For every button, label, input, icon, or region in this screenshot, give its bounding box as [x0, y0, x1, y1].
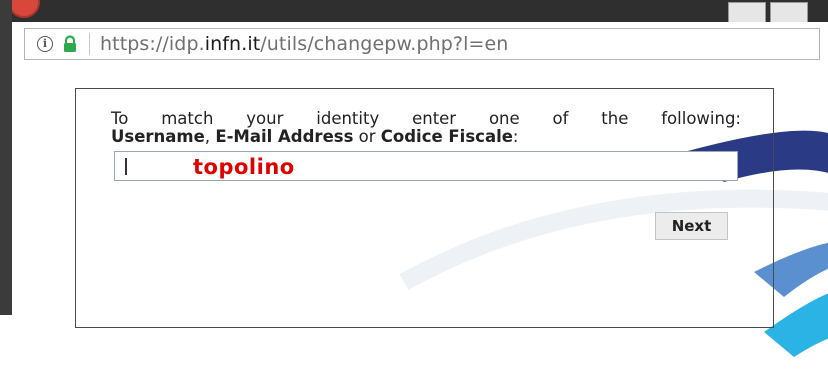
- browser-window: i https://idp.infn.it/utils/changepw.php…: [0, 0, 828, 357]
- option-email: E-Mail Address: [215, 127, 354, 146]
- prompt-text: To match your identity enter one of the …: [111, 109, 741, 128]
- text-caret: [125, 158, 127, 175]
- lock-icon[interactable]: [61, 35, 79, 53]
- option-comma: ,: [204, 127, 216, 146]
- url-prefix: https://idp.: [100, 33, 205, 55]
- window-maximize-button[interactable]: [770, 2, 808, 24]
- window-border: [0, 0, 12, 315]
- window-minimize-button[interactable]: [728, 2, 766, 24]
- address-separator: [89, 33, 90, 55]
- option-colon: :: [512, 127, 519, 146]
- option-or: or: [353, 127, 381, 146]
- prompt-options: Username, E-Mail Address or Codice Fisca…: [111, 127, 518, 146]
- option-username: Username: [111, 127, 205, 146]
- address-bar[interactable]: i https://idp.infn.it/utils/changepw.php…: [24, 28, 820, 60]
- url-text[interactable]: https://idp.infn.it/utils/changepw.php?l…: [100, 33, 508, 55]
- info-icon[interactable]: i: [37, 36, 53, 52]
- url-suffix: /utils/changepw.php?l=en: [260, 33, 509, 55]
- next-button[interactable]: Next: [655, 212, 728, 240]
- url-host: infn.it: [204, 33, 261, 55]
- identity-form-panel: To match your identity enter one of the …: [75, 88, 774, 328]
- identity-input-value: topolino: [193, 155, 295, 179]
- window-titlebar: [0, 0, 828, 22]
- option-codice-fiscale: Codice Fiscale: [380, 127, 513, 146]
- identity-input[interactable]: topolino: [114, 151, 738, 181]
